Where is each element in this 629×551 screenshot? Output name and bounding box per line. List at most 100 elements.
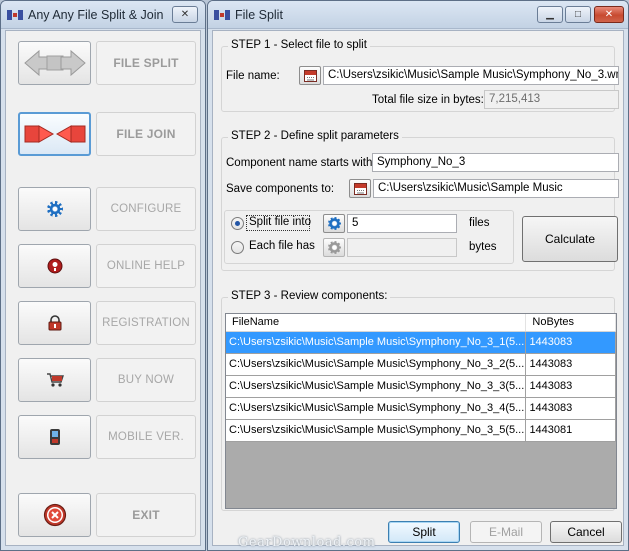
components-table[interactable]: FileName NoBytes C:\Users\zsikic\Music\S… — [225, 313, 617, 509]
calculate-button[interactable]: Calculate — [522, 216, 618, 262]
file-split-window: File Split ▁ □ ✕ STEP 1 - Select file to… — [207, 0, 629, 551]
maximize-button[interactable]: □ — [565, 6, 591, 23]
step3-group: STEP 3 - Review components: FileName NoB… — [221, 290, 617, 511]
watermark: GearDownload.com — [238, 535, 376, 550]
split-window-title: File Split — [235, 8, 283, 22]
join-arrows-icon — [24, 125, 85, 143]
step1-group: STEP 1 - Select file to split File name:… — [221, 39, 619, 112]
registration-label[interactable]: REGISTRATION — [96, 301, 196, 345]
file-join-icon-button[interactable] — [18, 112, 91, 156]
file-name-field[interactable]: C:\Users\zsikic\Music\Sample Music\Symph… — [323, 66, 619, 85]
split-titlebar[interactable]: File Split ▁ □ ✕ — [208, 1, 628, 29]
main-window-title: Any Any File Split & Join — [28, 8, 164, 22]
cell-filename: C:\Users\zsikic\Music\Sample Music\Symph… — [226, 420, 527, 441]
app-logo-icon — [214, 10, 230, 20]
split-options-box: Split file into 5 files Each file has by… — [224, 210, 514, 264]
step1-title: STEP 1 - Select file to split — [228, 39, 370, 51]
nav-item-buy-now[interactable]: BUY NOW — [18, 358, 196, 402]
cell-filename: C:\Users\zsikic\Music\Sample Music\Symph… — [226, 398, 527, 419]
mobile-icon — [49, 429, 60, 445]
nav-item-file-split[interactable]: FILE SPLIT — [18, 41, 196, 85]
cell-nobytes: 1443083 — [526, 376, 616, 397]
cell-nobytes: 1443083 — [526, 398, 616, 419]
column-filename[interactable]: FileName — [226, 314, 527, 331]
step2-group: STEP 2 - Define split parameters Compone… — [221, 130, 619, 271]
table-row[interactable]: C:\Users\zsikic\Music\Sample Music\Symph… — [226, 376, 616, 398]
buy-now-label[interactable]: BUY NOW — [96, 358, 196, 402]
mobile-ver-icon-button[interactable] — [18, 415, 91, 459]
gear-icon — [327, 217, 341, 230]
cell-nobytes: 1443083 — [526, 332, 616, 353]
table-row[interactable]: C:\Users\zsikic\Music\Sample Music\Symph… — [226, 398, 616, 420]
file-join-label[interactable]: FILE JOIN — [96, 112, 196, 156]
nav-item-exit[interactable]: EXIT — [18, 493, 196, 537]
split-into-field[interactable]: 5 — [347, 214, 457, 233]
file-name-label: File name: — [226, 70, 280, 82]
minimize-button[interactable]: ▁ — [537, 6, 563, 23]
browse-file-button[interactable] — [299, 66, 321, 85]
main-close-button[interactable]: ✕ — [172, 6, 198, 23]
file-split-icon-button[interactable] — [18, 41, 91, 85]
total-size-label: Total file size in bytes: — [372, 94, 484, 106]
file-split-label[interactable]: FILE SPLIT — [96, 41, 196, 85]
calendar-icon — [353, 182, 367, 195]
cell-filename: C:\Users\zsikic\Music\Sample Music\Symph… — [226, 354, 527, 375]
split-into-gear-button[interactable] — [323, 214, 345, 233]
nav-item-file-join[interactable]: FILE JOIN — [18, 112, 196, 156]
bytes-unit-label: bytes — [469, 241, 497, 253]
save-to-label: Save components to: — [226, 183, 335, 195]
table-row[interactable]: C:\Users\zsikic\Music\Sample Music\Symph… — [226, 420, 616, 442]
split-arrows-icon — [23, 49, 86, 77]
main-titlebar[interactable]: Any Any File Split & Join ✕ — [1, 1, 205, 29]
table-row[interactable]: C:\Users\zsikic\Music\Sample Music\Symph… — [226, 354, 616, 376]
nav-item-registration[interactable]: REGISTRATION — [18, 301, 196, 345]
help-icon — [47, 258, 62, 274]
split-button[interactable]: Split — [388, 521, 460, 543]
split-client: STEP 1 - Select file to split File name:… — [212, 30, 624, 546]
cart-icon — [46, 373, 64, 387]
total-size-field: 7,215,413 — [484, 90, 619, 109]
online-help-label[interactable]: ONLINE HELP — [96, 244, 196, 288]
gear-icon — [327, 241, 341, 254]
browse-folder-button[interactable] — [349, 179, 371, 198]
calendar-icon — [303, 69, 317, 82]
exit-icon — [43, 503, 66, 527]
nav-item-configure[interactable]: CONFIGURE — [18, 187, 196, 231]
each-has-radio[interactable] — [231, 241, 244, 254]
cell-filename: C:\Users\zsikic\Music\Sample Music\Symph… — [226, 376, 527, 397]
app-main-window: Any Any File Split & Join ✕ FILE SPLIT F… — [0, 0, 206, 551]
split-into-radio[interactable] — [231, 217, 244, 230]
exit-label[interactable]: EXIT — [96, 493, 196, 537]
each-has-field — [347, 238, 457, 257]
column-nobytes[interactable]: NoBytes — [526, 314, 616, 331]
lock-icon — [48, 315, 61, 331]
save-to-field[interactable]: C:\Users\zsikic\Music\Sample Music — [373, 179, 619, 198]
component-name-field[interactable]: Symphony_No_3 — [372, 153, 619, 172]
mobile-ver-label[interactable]: MOBILE VER. — [96, 415, 196, 459]
component-name-label: Component name starts with: — [226, 157, 376, 169]
buy-now-icon-button[interactable] — [18, 358, 91, 402]
online-help-icon-button[interactable] — [18, 244, 91, 288]
configure-label[interactable]: CONFIGURE — [96, 187, 196, 231]
split-close-button[interactable]: ✕ — [594, 6, 624, 23]
registration-icon-button[interactable] — [18, 301, 91, 345]
step2-title: STEP 2 - Define split parameters — [228, 130, 402, 142]
email-button: E-Mail — [470, 521, 542, 543]
table-row[interactable]: C:\Users\zsikic\Music\Sample Music\Symph… — [226, 332, 616, 354]
cell-filename: C:\Users\zsikic\Music\Sample Music\Symph… — [226, 332, 527, 353]
each-has-label[interactable]: Each file has — [249, 240, 315, 252]
configure-icon-button[interactable] — [18, 187, 91, 231]
step3-title: STEP 3 - Review components: — [228, 290, 391, 302]
app-logo-icon — [7, 10, 23, 20]
split-into-label[interactable]: Split file into — [249, 216, 311, 228]
nav-item-online-help[interactable]: ONLINE HELP — [18, 244, 196, 288]
each-has-gear-button — [323, 238, 345, 257]
cell-nobytes: 1443081 — [526, 420, 616, 441]
cancel-button[interactable]: Cancel — [550, 521, 622, 543]
gear-icon — [46, 201, 63, 217]
files-unit-label: files — [469, 217, 490, 229]
table-header: FileName NoBytes — [226, 314, 616, 332]
cell-nobytes: 1443083 — [526, 354, 616, 375]
exit-icon-button[interactable] — [18, 493, 91, 537]
nav-item-mobile-ver[interactable]: MOBILE VER. — [18, 415, 196, 459]
